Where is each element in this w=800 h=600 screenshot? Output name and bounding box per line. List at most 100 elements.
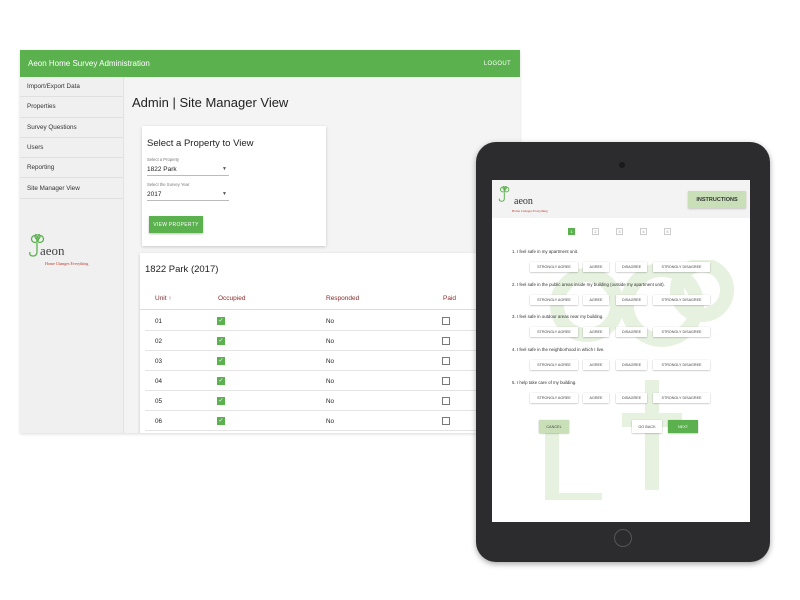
tablet-screen: aeon Home Changes Everything INSTRUCTION… — [492, 180, 750, 522]
sidebar-item-import-export[interactable]: Import/Export Data — [20, 77, 123, 98]
table-row: 03 ✓ No — [145, 351, 520, 371]
column-header-responded: Responded — [326, 295, 360, 302]
unit-cell: 02 — [155, 338, 163, 345]
table-row: 04 ✓ No — [145, 371, 520, 391]
go-back-button[interactable]: GO BACK — [632, 420, 662, 433]
question-4: 4. I feel safe in the neighborhood in wh… — [512, 347, 605, 352]
question-3: 3. I feel safe in outdoor areas near my … — [512, 314, 604, 319]
paid-checkbox[interactable] — [442, 357, 450, 365]
column-header-unit[interactable]: Unit ↑ — [155, 295, 172, 302]
view-property-button[interactable]: VIEW PROPERTY — [149, 216, 203, 233]
q1-strongly-agree-button[interactable]: STRONGLY AGREE — [530, 262, 578, 272]
q4-strongly-disagree-button[interactable]: STRONGLY DISAGREE — [653, 360, 710, 370]
unit-cell: 05 — [155, 398, 163, 405]
responded-cell: No — [326, 338, 335, 345]
question-5: 5. I help take care of my building. — [512, 380, 577, 385]
table-title: 1822 Park (2017) — [145, 264, 219, 275]
column-header-occupied: Occupied — [218, 295, 246, 302]
arrow-up-icon: ↑ — [168, 295, 172, 302]
table-row: 06 ✓ No — [145, 411, 520, 431]
q1-strongly-disagree-button[interactable]: STRONGLY DISAGREE — [653, 262, 710, 272]
logout-button[interactable]: LOGOUT — [484, 61, 511, 67]
q2-strongly-agree-button[interactable]: STRONGLY AGREE — [530, 295, 578, 305]
card-title: Select a Property to View — [147, 138, 254, 149]
camera-icon — [619, 162, 625, 168]
main-content: Admin | Site Manager View Select a Prope… — [124, 77, 520, 433]
responded-cell: No — [326, 318, 335, 325]
home-button-icon[interactable] — [614, 529, 632, 547]
q2-strongly-disagree-button[interactable]: STRONGLY DISAGREE — [653, 295, 710, 305]
paid-checkbox[interactable] — [442, 377, 450, 385]
occupied-checkbox[interactable]: ✓ — [217, 317, 225, 325]
tablet-device: aeon Home Changes Everything INSTRUCTION… — [476, 142, 770, 562]
logo-tagline: Home Changes Everything — [45, 261, 89, 266]
q5-disagree-button[interactable]: DISAGREE — [616, 393, 647, 403]
q4-strongly-agree-button[interactable]: STRONGLY AGREE — [530, 360, 578, 370]
app-title: Aeon Home Survey Administration — [28, 59, 150, 68]
responded-cell: No — [326, 418, 335, 425]
q5-strongly-disagree-button[interactable]: STRONGLY DISAGREE — [653, 393, 710, 403]
unit-cell: 03 — [155, 358, 163, 365]
q5-agree-button[interactable]: AGREE — [583, 393, 609, 403]
question-2: 2. I feel safe in the public areas insid… — [512, 282, 665, 287]
instructions-button[interactable]: INSTRUCTIONS — [688, 191, 746, 208]
admin-window: Aeon Home Survey Administration LOGOUT I… — [20, 50, 520, 433]
top-bar: Aeon Home Survey Administration LOGOUT — [20, 50, 520, 77]
chevron-down-icon: ▼ — [222, 191, 227, 197]
table-row: 01 ✓ No — [145, 311, 520, 331]
responded-cell: No — [326, 398, 335, 405]
sidebar-item-users[interactable]: Users — [20, 138, 123, 159]
table-row: 05 ✓ No — [145, 391, 520, 411]
q1-disagree-button[interactable]: DISAGREE — [616, 262, 647, 272]
select-property-card: Select a Property to View Select a Prope… — [142, 126, 326, 246]
property-select[interactable]: 1822 Park ▼ — [147, 166, 229, 176]
logo-word: aeon — [40, 243, 65, 258]
sidebar-item-survey-questions[interactable]: Survey Questions — [20, 118, 123, 138]
occupied-checkbox[interactable]: ✓ — [217, 357, 225, 365]
paid-checkbox[interactable] — [442, 317, 450, 325]
step-1[interactable]: 1 — [568, 228, 575, 235]
q3-strongly-agree-button[interactable]: STRONGLY AGREE — [530, 327, 578, 337]
sidebar-item-properties[interactable]: Properties — [20, 97, 123, 118]
unit-cell: 01 — [155, 318, 163, 325]
table-header: Unit ↑ Occupied Responded Paid — [140, 290, 520, 310]
q2-agree-button[interactable]: AGREE — [583, 295, 609, 305]
q5-strongly-agree-button[interactable]: STRONGLY AGREE — [530, 393, 578, 403]
sidebar-item-reporting[interactable]: Reporting — [20, 158, 123, 179]
q1-agree-button[interactable]: AGREE — [583, 262, 609, 272]
occupied-checkbox[interactable]: ✓ — [217, 377, 225, 385]
cancel-button[interactable]: CANCEL — [539, 420, 569, 433]
sidebar-item-site-manager-view[interactable]: Site Manager View — [20, 178, 123, 199]
q3-strongly-disagree-button[interactable]: STRONGLY DISAGREE — [653, 327, 710, 337]
unit-cell: 04 — [155, 378, 163, 385]
chevron-down-icon: ▼ — [222, 166, 227, 172]
year-select-value: 2017 — [147, 191, 162, 198]
step-3[interactable]: 3 — [616, 228, 623, 235]
year-select[interactable]: 2017 ▼ — [147, 191, 229, 201]
paid-checkbox[interactable] — [442, 337, 450, 345]
q3-agree-button[interactable]: AGREE — [583, 327, 609, 337]
column-header-unit-label: Unit — [155, 295, 167, 302]
year-field-label: Select the Survey Year — [147, 182, 190, 187]
column-header-paid: Paid — [443, 295, 457, 302]
property-field-label: Select a Property — [147, 157, 180, 162]
house-tree-logo-icon — [498, 186, 510, 202]
next-button[interactable]: NEXT — [668, 420, 698, 433]
occupied-checkbox[interactable]: ✓ — [217, 397, 225, 405]
paid-checkbox[interactable] — [442, 397, 450, 405]
sidebar: Import/Export Data Properties Survey Que… — [20, 77, 124, 433]
unit-cell: 06 — [155, 418, 163, 425]
logo-word: aeon — [514, 196, 533, 207]
q4-agree-button[interactable]: AGREE — [583, 360, 609, 370]
occupied-checkbox[interactable]: ✓ — [217, 337, 225, 345]
q3-disagree-button[interactable]: DISAGREE — [616, 327, 647, 337]
logo-tagline: Home Changes Everything — [512, 209, 548, 213]
paid-checkbox[interactable] — [442, 417, 450, 425]
occupied-checkbox[interactable]: ✓ — [217, 417, 225, 425]
step-2[interactable]: 2 — [592, 228, 599, 235]
step-4[interactable]: 4 — [640, 228, 647, 235]
responded-cell: No — [326, 378, 335, 385]
q4-disagree-button[interactable]: DISAGREE — [616, 360, 647, 370]
q2-disagree-button[interactable]: DISAGREE — [616, 295, 647, 305]
step-5[interactable]: 5 — [664, 228, 671, 235]
